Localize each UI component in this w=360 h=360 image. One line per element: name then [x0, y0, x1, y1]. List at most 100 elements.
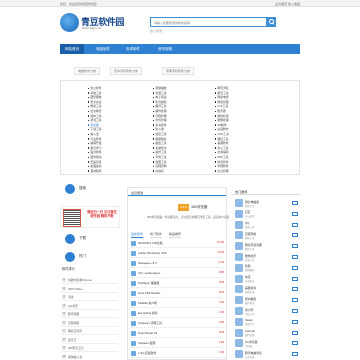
recommend-row[interactable]: 优酷 视频播放 — [232, 263, 300, 273]
software-row[interactable]: Notepad++ 8.4 4.2M — [131, 258, 225, 268]
recommend-row[interactable]: 酷狗音乐 音频工具 — [232, 252, 300, 262]
category-link[interactable]: 防火墙 — [153, 128, 164, 131]
site-logo[interactable]: 青豆软件园 www.qdrjy.com — [60, 12, 124, 34]
download-icon[interactable] — [292, 298, 298, 303]
category-link[interactable]: 数据恢复 — [153, 137, 167, 141]
category-link[interactable]: 远程控制 — [153, 165, 167, 168]
nav-item-news[interactable]: 资讯攻略 — [152, 44, 178, 54]
nav-item-android[interactable]: 安卓软件 — [120, 44, 146, 54]
featured-app-name[interactable]: 360浏览器 — [191, 205, 207, 210]
recommend-row[interactable]: Foxmail 邮件处理 — [232, 328, 300, 338]
category-link[interactable]: 财务软件 — [215, 160, 229, 164]
download-icon[interactable] — [292, 287, 298, 292]
category-link[interactable]: 网络工具 — [88, 105, 102, 108]
recommend-row[interactable]: 钉钉 办公软件 — [232, 209, 300, 219]
category-link[interactable]: 媒体工具 — [88, 114, 102, 118]
software-row[interactable]: Snipaste 截图 14M — [131, 338, 225, 348]
category-link[interactable]: FTP工具 — [215, 105, 228, 108]
category-link[interactable]: 图形图像 — [88, 96, 102, 99]
category-link[interactable]: 游戏工具 — [88, 119, 102, 122]
category-link[interactable]: 3D制作 — [215, 123, 227, 127]
category-link[interactable]: 安全杀毒 — [88, 100, 102, 104]
rank-list-item[interactable]: 2 WPS Office — [62, 285, 118, 293]
rank-list-item[interactable]: 6 百度网盘 — [62, 319, 118, 327]
software-row[interactable]: 7-Zip 压缩软件 1.5M — [131, 348, 225, 358]
recommend-row[interactable]: 驱动精灵 硬件驱动 — [232, 295, 300, 305]
category-link[interactable]: 编程开发 — [88, 142, 102, 145]
download-icon[interactable] — [292, 222, 298, 227]
category-link[interactable]: 动画制作 — [215, 128, 229, 131]
tab-recommend[interactable]: 精品推荐 — [169, 231, 182, 238]
download-icon[interactable] — [292, 352, 298, 357]
recommend-row[interactable]: 美图秀秀 图像处理 — [232, 284, 300, 294]
download-icon[interactable] — [292, 265, 298, 270]
software-row[interactable]: FileZilla 客户端 11M — [131, 298, 225, 308]
download-icon[interactable] — [292, 244, 298, 249]
category-link[interactable]: 输入法 — [88, 133, 99, 136]
recommend-row[interactable]: Steam 游戏平台 — [232, 317, 300, 327]
category-link[interactable]: 股票软件 — [88, 151, 102, 154]
category-link[interactable]: 管理软件 — [215, 165, 229, 168]
download-icon[interactable] — [292, 341, 298, 346]
category-link[interactable]: 办公工具 — [215, 146, 229, 150]
rank-list-item[interactable]: 4 QQ音乐 — [62, 302, 118, 310]
recommend-row[interactable]: QQ 聊天工具 — [232, 220, 300, 230]
category-link[interactable]: 社交聊天 — [88, 110, 102, 113]
recommend-row[interactable]: 网易有道词典 翻译工具 — [232, 241, 300, 251]
download-icon[interactable] — [292, 309, 298, 313]
crumb-android[interactable]: 安卓手机软件分类 — [110, 67, 143, 75]
category-link[interactable]: 图标工具 — [215, 137, 229, 141]
category-link[interactable]: 信息管理 — [215, 169, 229, 173]
category-link[interactable]: 网络检测 — [215, 114, 229, 118]
category-link[interactable]: 聊天工具 — [215, 91, 229, 95]
crumb-ios[interactable]: 苹果手机软件分类 — [162, 67, 195, 75]
software-row[interactable]: Foxit PDF Reader 65M — [131, 288, 225, 298]
category-link[interactable]: PDF工具 — [215, 156, 229, 159]
rank-list-item[interactable]: 1 谷歌浏览器Chrome — [62, 276, 118, 284]
crumb-pc[interactable]: 电脑软件分类 — [74, 67, 101, 75]
category-link[interactable]: 音频工具 — [153, 91, 167, 95]
category-link[interactable]: 文件管理 — [153, 119, 167, 122]
category-link[interactable]: 系统优化 — [153, 146, 167, 150]
category-link[interactable]: 电子阅读 — [153, 96, 167, 99]
category-link[interactable]: 截图工具 — [153, 160, 167, 164]
rank-list-item[interactable]: 7 网易云音乐 — [62, 327, 118, 335]
download-icon[interactable] — [292, 233, 298, 238]
category-link[interactable]: 影音编辑 — [153, 100, 167, 104]
search-icon[interactable] — [266, 17, 276, 27]
category-link[interactable]: 教育学习 — [88, 146, 102, 150]
category-link[interactable]: 字体工具 — [153, 156, 167, 159]
recommend-row[interactable]: UC浏览器 浏览器 — [232, 338, 300, 348]
recommend-row[interactable]: 鲁大师 系统工具 — [232, 306, 300, 316]
top-links[interactable]: 设为首页 加入收藏 — [275, 2, 300, 6]
rank-list-item[interactable]: 10 搜狗输入法 — [62, 353, 118, 360]
category-link[interactable]: 备份工具 — [153, 151, 167, 154]
recommend-row[interactable]: 百度网盘 网络工具 — [232, 230, 300, 240]
software-row[interactable]: Everything 搜索 1.6M — [131, 308, 225, 318]
category-link[interactable]: 服务器 — [215, 110, 226, 113]
tab-latest[interactable]: 最新软件 — [131, 231, 144, 238]
category-link[interactable]: 网络电视 — [215, 96, 229, 99]
download-icon[interactable] — [292, 330, 298, 335]
category-link[interactable]: 邮件处理 — [153, 110, 167, 113]
category-link[interactable]: 虚拟机 — [153, 169, 164, 173]
category-link[interactable]: 网页浏览 — [215, 87, 229, 90]
category-link[interactable]: 桌面美化 — [88, 165, 102, 168]
rank-list-item[interactable]: 3 迅雷 — [62, 293, 118, 301]
nav-item-home[interactable]: 网站首页 — [60, 44, 84, 54]
category-link[interactable]: 硬件驱动 — [88, 156, 102, 159]
recommend-row[interactable]: 快压 压缩刻录 — [232, 274, 300, 284]
recommend-row[interactable]: 腾讯电脑管家 安全杀毒 — [232, 349, 300, 359]
left-block-download[interactable]: 下载 — [60, 233, 116, 245]
category-link[interactable]: 图像处理 — [215, 119, 229, 122]
download-icon[interactable] — [292, 255, 298, 259]
category-link[interactable]: CAD工具 — [215, 133, 229, 136]
software-row[interactable]: Adobe Photoshop CS6 210M — [131, 248, 225, 258]
rank-list-item[interactable]: 9 360安全卫士 — [62, 344, 118, 352]
software-row[interactable]: PotPlayer 播放器 26M — [131, 278, 225, 288]
category-link[interactable]: 压缩刻录 — [88, 160, 102, 164]
category-link[interactable]: 文本编辑 — [215, 151, 229, 154]
software-row[interactable]: TeamViewer 15 30M — [131, 328, 225, 338]
category-link[interactable]: 其他软件 — [88, 169, 102, 173]
category-link[interactable]: 翻译工具 — [153, 105, 167, 108]
